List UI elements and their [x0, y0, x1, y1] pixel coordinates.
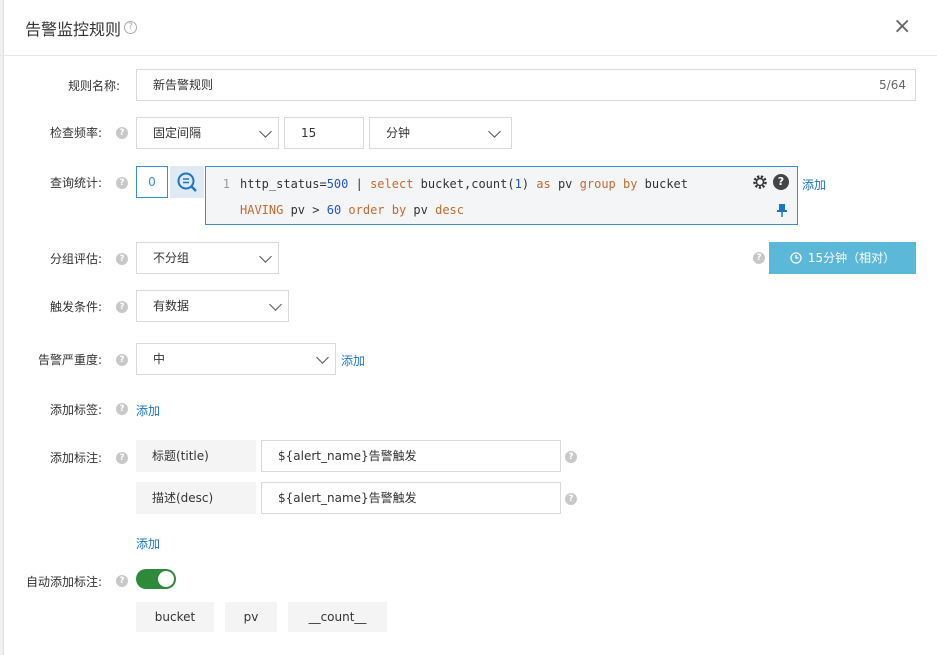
annotations-help-icon[interactable]: ?	[116, 452, 128, 464]
code-keyword: desc	[435, 203, 465, 217]
check-freq-mode-select[interactable]: 固定间隔	[136, 117, 279, 149]
query-search-button[interactable]	[170, 166, 204, 198]
rule-name-input[interactable]: 新告警规则 5/64	[136, 69, 916, 101]
severity-value: 中	[153, 352, 166, 366]
rule-name-counter: 5/64	[879, 78, 906, 92]
auto-annotations-label: 自动添加标注:	[25, 575, 102, 589]
group-eval-help-icon[interactable]: ?	[116, 253, 128, 265]
group-eval-label: 分组评估:	[49, 252, 102, 266]
search-icon	[177, 172, 197, 192]
time-range-button[interactable]: 15分钟（相对）	[769, 242, 916, 274]
auto-tag: pv	[225, 602, 277, 632]
left-edge	[0, 0, 4, 655]
check-freq-unit-value: 分钟	[386, 126, 411, 140]
chevron-down-icon	[269, 298, 282, 311]
pin-icon[interactable]	[777, 203, 787, 217]
close-icon[interactable]: ×	[893, 14, 911, 40]
gear-icon[interactable]	[751, 173, 769, 191]
chevron-down-icon	[316, 351, 329, 364]
annotations-label: 添加标注:	[49, 451, 102, 465]
auto-annotations-toggle[interactable]	[136, 569, 176, 589]
query-editor[interactable]: 1 http_status=500 | select bucket,count(…	[205, 166, 798, 225]
auto-tag: bucket	[136, 602, 214, 632]
severity-help-icon[interactable]: ?	[116, 354, 128, 366]
annotation-key: 描述(desc)	[136, 482, 256, 514]
check-freq-unit-select[interactable]: 分钟	[369, 117, 512, 149]
title-help-icon[interactable]: ?	[124, 21, 137, 34]
annotation-help-icon[interactable]: ?	[565, 493, 577, 505]
labels-help-icon[interactable]: ?	[116, 403, 128, 415]
code-number: 1	[514, 177, 522, 191]
annotation-help-icon[interactable]: ?	[565, 451, 577, 463]
trigger-select[interactable]: 有数据	[136, 290, 289, 322]
code-keyword: select	[370, 177, 414, 191]
toggle-knob	[158, 571, 174, 587]
query-line-1: http_status=500 | select bucket,count(1)…	[240, 177, 688, 191]
query-help-icon[interactable]: ?	[116, 177, 128, 189]
check-freq-help-icon[interactable]: ?	[116, 127, 128, 139]
check-freq-interval-input[interactable]: 15	[284, 117, 364, 149]
query-add-link[interactable]: 添加	[802, 176, 826, 193]
code-text: pv	[406, 203, 436, 217]
auto-tag: __count__	[288, 602, 387, 632]
help-icon[interactable]: ?	[773, 174, 789, 190]
trigger-label: 触发条件:	[49, 300, 102, 314]
line-gutter: 1	[206, 167, 234, 224]
chevron-down-icon	[259, 125, 272, 138]
query-label: 查询统计:	[49, 176, 102, 190]
auto-annotations-help-icon[interactable]: ?	[116, 575, 128, 587]
annotation-value: ${alert_name}告警触发	[278, 491, 417, 505]
line-number: 1	[222, 177, 230, 191]
dialog-title: 告警监控规则	[25, 20, 122, 39]
code-text: http_status=	[240, 177, 327, 191]
trigger-value: 有数据	[153, 299, 190, 313]
labels-add-link[interactable]: 添加	[136, 402, 160, 419]
rule-name-value: 新告警规则	[153, 78, 214, 92]
chevron-down-icon	[259, 250, 272, 263]
annotation-value: ${alert_name}告警触发	[278, 449, 417, 463]
clock-icon	[790, 252, 802, 264]
check-freq-interval-value: 15	[301, 126, 317, 140]
check-freq-label: 检查频率:	[49, 126, 102, 140]
dialog-header: 告警监控规则 ? ×	[0, 0, 937, 56]
time-range-label: 15分钟（相对）	[807, 251, 896, 265]
annotation-value-input[interactable]: ${alert_name}告警触发	[261, 440, 561, 472]
chevron-down-icon	[488, 125, 501, 138]
annotation-key: 标题(title)	[136, 440, 256, 472]
code-text: bucket	[637, 177, 689, 191]
group-eval-value: 不分组	[153, 251, 190, 265]
code-keyword: as	[536, 177, 551, 191]
annotation-value-input[interactable]: ${alert_name}告警触发	[261, 482, 561, 514]
query-line-2: HAVING pv > 60 order by pv desc	[240, 203, 464, 217]
trigger-help-icon[interactable]: ?	[116, 301, 128, 313]
severity-label: 告警严重度:	[37, 353, 102, 367]
code-keyword: group by	[579, 177, 638, 191]
code-text: |	[348, 177, 371, 191]
check-freq-mode-value: 固定间隔	[153, 126, 202, 140]
annotations-add-link[interactable]: 添加	[136, 535, 160, 552]
severity-add-link[interactable]: 添加	[341, 352, 365, 369]
code-text: )	[521, 177, 537, 191]
code-keyword: order by	[348, 203, 407, 217]
code-text: pv	[550, 177, 580, 191]
code-text: pv >	[283, 203, 327, 217]
time-range-help-icon[interactable]: ?	[753, 252, 765, 264]
severity-select[interactable]: 中	[136, 343, 336, 375]
code-keyword: HAVING	[240, 203, 284, 217]
code-number: 500	[326, 177, 349, 191]
code-number: 60	[326, 203, 342, 217]
code-text: bucket,count(	[413, 177, 515, 191]
rule-name-label: 规则名称:	[67, 79, 120, 93]
labels-label: 添加标签:	[49, 403, 102, 417]
group-eval-select[interactable]: 不分组	[136, 242, 279, 274]
query-index-tab[interactable]: 0	[136, 166, 168, 198]
